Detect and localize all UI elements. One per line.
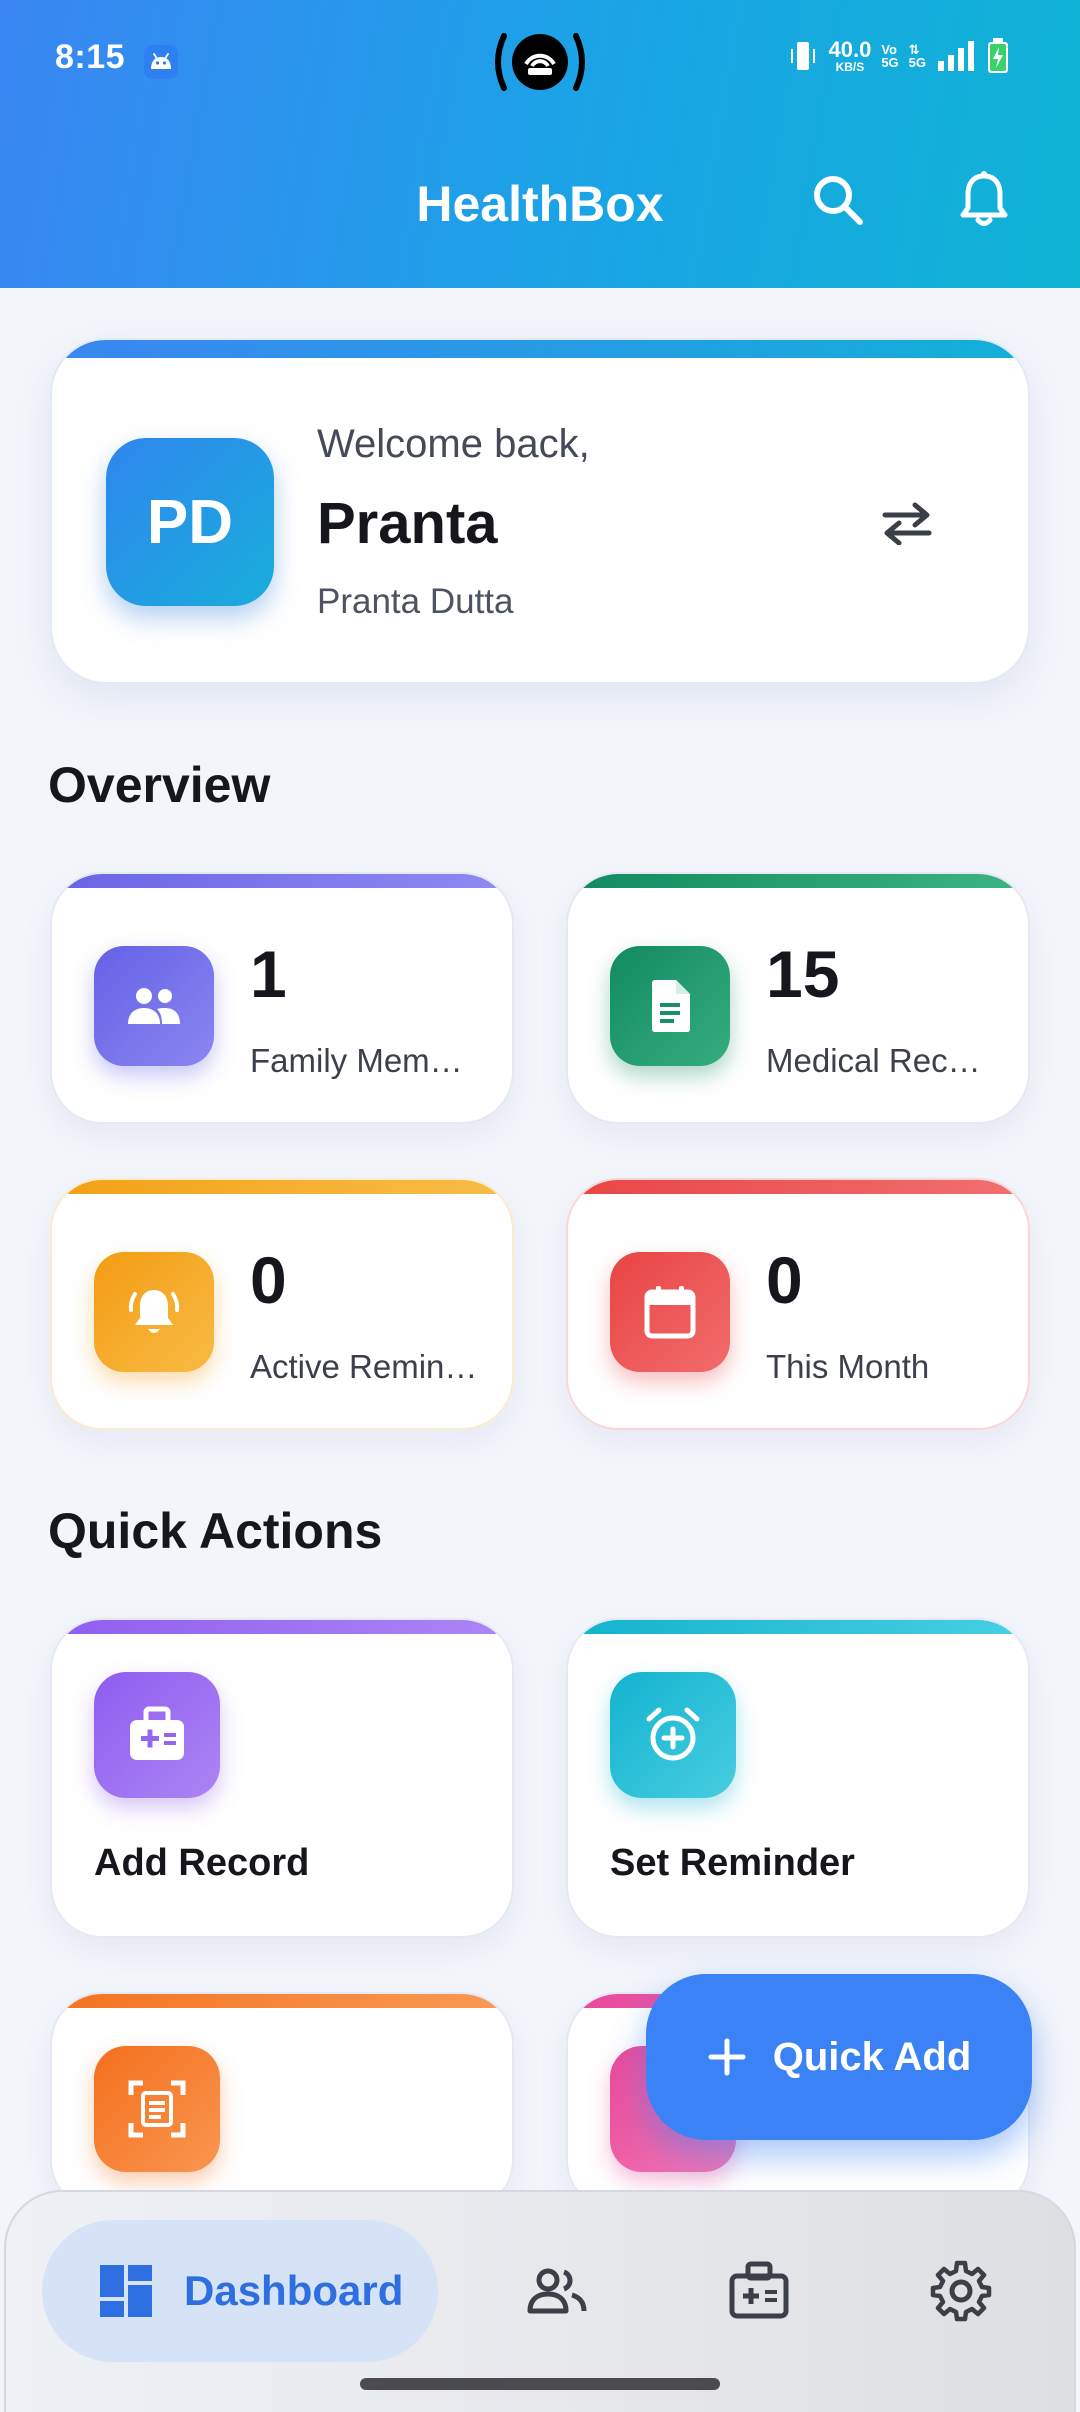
battery-charging-icon <box>988 38 1008 73</box>
stat-value: 1 <box>250 937 287 1011</box>
network-type: ⇅ 5G <box>908 42 926 70</box>
notifications-button[interactable] <box>952 168 1016 232</box>
stat-label: Active Remin… <box>250 1348 478 1385</box>
stat-label: Family Mem… <box>250 1042 463 1079</box>
family-icon <box>527 2268 587 2314</box>
stat-value: 0 <box>250 1243 287 1317</box>
android-notification-icon <box>144 45 178 79</box>
scan-document-icon <box>94 2046 220 2172</box>
card-accent-bar <box>52 1620 512 1634</box>
user-name: Pranta <box>317 491 498 556</box>
card-accent-bar <box>52 1180 512 1194</box>
overview-title: Overview <box>48 757 271 813</box>
plus-icon <box>708 2038 746 2076</box>
stat-label: This Month <box>766 1348 930 1385</box>
welcome-card[interactable]: PD Welcome back, Pranta Pranta Dutta <box>50 338 1030 684</box>
quick-add-button[interactable]: Quick Add <box>646 1974 1032 2140</box>
app-header: 8:15 40.0 KB/S Vo 5G ⇅ 5G HealthBox <box>0 0 1080 288</box>
people-icon <box>94 946 214 1066</box>
volte-indicator: Vo 5G <box>881 42 899 70</box>
stat-card-medical-records[interactable]: 15 Medical Rec… <box>566 872 1030 1124</box>
nav-item-records[interactable] <box>704 2236 814 2346</box>
action-label: Set Reminder <box>610 1842 855 1884</box>
search-button[interactable] <box>806 168 870 232</box>
welcome-greeting: Welcome back, <box>317 422 590 466</box>
user-full-name: Pranta Dutta <box>317 582 514 621</box>
dashboard-icon <box>100 2265 152 2317</box>
action-label: Add Record <box>94 1842 310 1884</box>
app-title: HealthBox <box>416 176 664 232</box>
alarm-add-icon <box>610 1672 736 1798</box>
status-time: 8:15 <box>55 38 126 76</box>
bell-icon <box>960 171 1008 226</box>
nav-item-settings[interactable] <box>906 2236 1016 2346</box>
quick-actions-title: Quick Actions <box>48 1503 383 1559</box>
card-accent-bar <box>568 1620 1028 1634</box>
hotspot-indicator-icon <box>490 30 590 94</box>
scan-document-button[interactable] <box>50 1992 514 2212</box>
swap-arrows-icon <box>882 502 932 545</box>
calendar-icon <box>610 1252 730 1372</box>
signal-icon <box>938 41 974 71</box>
stat-value: 15 <box>766 937 840 1011</box>
search-icon <box>814 176 863 225</box>
stat-card-family-members[interactable]: 1 Family Mem… <box>50 872 514 1124</box>
medical-kit-icon <box>94 1672 220 1798</box>
network-speed: 40.0 KB/S <box>828 37 872 74</box>
stat-value: 0 <box>766 1243 803 1317</box>
status-indicators: 40.0 KB/S Vo 5G ⇅ 5G <box>788 38 1010 74</box>
home-indicator[interactable] <box>360 2378 720 2390</box>
records-icon <box>729 2261 789 2319</box>
card-accent-bar <box>52 340 1028 358</box>
settings-icon <box>930 2260 992 2322</box>
bell-ring-icon <box>94 1252 214 1372</box>
card-accent-bar <box>52 1994 512 2008</box>
add-record-button[interactable]: Add Record <box>50 1618 514 1938</box>
stat-card-this-month[interactable]: 0 This Month <box>566 1178 1030 1430</box>
status-bar: 8:15 40.0 KB/S Vo 5G ⇅ 5G <box>0 0 1080 124</box>
quick-add-label: Quick Add <box>772 2034 972 2079</box>
avatar: PD <box>106 438 274 606</box>
stat-card-active-reminders[interactable]: 0 Active Remin… <box>50 1178 514 1430</box>
card-accent-bar <box>52 874 512 888</box>
vibrate-icon <box>791 42 816 70</box>
switch-profile-button[interactable] <box>872 488 942 558</box>
nav-item-dashboard[interactable]: Dashboard <box>42 2220 438 2362</box>
nav-item-family[interactable] <box>502 2236 612 2346</box>
card-accent-bar <box>568 1180 1028 1194</box>
set-reminder-button[interactable]: Set Reminder <box>566 1618 1030 1938</box>
nav-label-dashboard: Dashboard <box>184 2267 404 2314</box>
document-icon <box>610 946 730 1066</box>
stat-label: Medical Rec… <box>766 1042 981 1079</box>
card-accent-bar <box>568 874 1028 888</box>
